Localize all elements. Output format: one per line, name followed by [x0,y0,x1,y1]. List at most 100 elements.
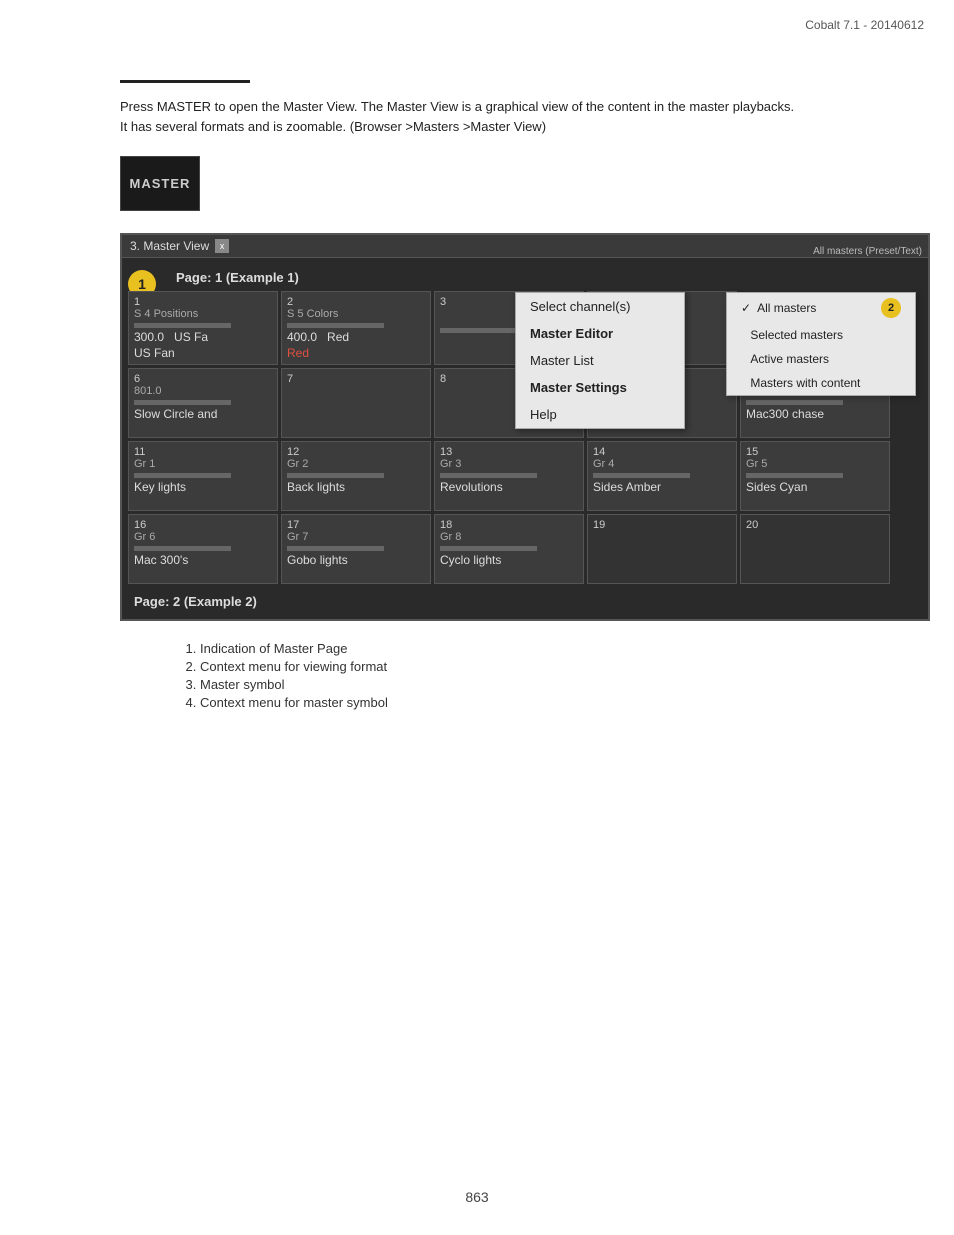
cell-preset-18: Gr 8 [440,531,578,543]
cell-bar-12 [287,473,384,478]
cell-name-16: Mac 300's [134,553,272,567]
cell-num-12: 12 [287,446,425,458]
cell-num-18: 18 [440,519,578,531]
dropdown-all-masters[interactable]: ✓ All masters 2 [727,293,915,323]
cell-name-17: Gobo lights [287,553,425,567]
cell-bar-2 [287,323,384,328]
cell-num-7: 7 [287,373,425,385]
context-master-editor[interactable]: Master Editor [516,320,684,347]
master-cell-7[interactable]: 7 [281,368,431,438]
cell-num-6: 6 [134,373,272,385]
cell-preset-17: Gr 7 [287,531,425,543]
footnote-3: Master symbol [200,677,914,692]
context-master-settings[interactable]: Master Settings [516,374,684,401]
window-title: 3. Master View [130,239,209,253]
master-cell-12[interactable]: 12 Gr 2 Back lights [281,441,431,511]
cell-preset-13: Gr 3 [440,458,578,470]
cell-name-12: Back lights [287,480,425,494]
cell-bar-3 [440,328,523,333]
master-context-menu[interactable]: Select channel(s) Master Editor Master L… [515,292,685,429]
cell-num-16: 16 [134,519,272,531]
footnote-2: Context menu for viewing format [200,659,914,674]
master-cell-2[interactable]: 2 S 5 Colors 400.0 Red Red [281,291,431,365]
cell-num-15: 15 [746,446,884,458]
cell-name-11: Key lights [134,480,272,494]
page2-title: Page: 2 (Example 2) [128,588,922,613]
cell-preset-11: Gr 1 [134,458,272,470]
cell-preset-16: Gr 6 [134,531,272,543]
footnote-1: Indication of Master Page [200,641,914,656]
dropdown-selected-masters[interactable]: Selected masters [727,323,915,347]
cell-bar-16 [134,546,231,551]
cell-name-13: Revolutions [440,480,578,494]
check-content [741,376,744,390]
master-view-window: 3. Master View x All masters (Preset/Tex… [120,233,930,621]
master-cell-15[interactable]: 15 Gr 5 Sides Cyan [740,441,890,511]
cell-value-1: 300.0 US Fa [134,330,272,344]
master-cell-17[interactable]: 17 Gr 7 Gobo lights [281,514,431,584]
master-row-3: 11 Gr 1 Key lights 12 Gr 2 Back lights 1… [128,441,922,511]
master-cell-3[interactable]: 3 4 Select channel(s) Master Editor Mast… [434,291,584,365]
check-selected [741,328,744,342]
page-number: 863 [465,1189,488,1205]
master-cell-20[interactable]: 20 [740,514,890,584]
version-label: Cobalt 7.1 - 20140612 [805,18,924,32]
context-help-1[interactable]: Help [516,401,684,428]
master-row-4: 16 Gr 6 Mac 300's 17 Gr 7 Gobo lights 18… [128,514,922,584]
cell-name-15: Sides Cyan [746,480,884,494]
right-dropdown-menu[interactable]: ✓ All masters 2 Selected masters Active … [726,292,916,396]
cell-bar-15 [746,473,843,478]
master-cell-6[interactable]: 6 801.0 Slow Circle and [128,368,278,438]
cell-bar-13 [440,473,537,478]
cell-num-1: 1 [134,296,272,308]
cell-name-14: Sides Amber [593,480,731,494]
cell-name-2: Red [287,346,425,360]
cell-bar-14 [593,473,690,478]
window-close-button[interactable]: x [215,239,229,253]
window-body: All masters (Preset/Text) ✓ All masters … [122,258,928,619]
cell-num-17: 17 [287,519,425,531]
cell-preset-15: Gr 5 [746,458,884,470]
cell-bar-6 [134,400,231,405]
cell-preset-14: Gr 4 [593,458,731,470]
cell-preset-1: S 4 Positions [134,308,272,320]
master-cell-1[interactable]: 1 S 4 Positions 300.0 US Fa US Fan [128,291,278,365]
dropdown-masters-with-content[interactable]: Masters with content [727,371,915,395]
master-cell-13[interactable]: 13 Gr 3 Revolutions [434,441,584,511]
cell-bar-18 [440,546,537,551]
cell-bar-11 [134,473,231,478]
cell-preset-2: S 5 Colors [287,308,425,320]
cell-value-2: 400.0 Red [287,330,425,344]
page1-title: Page: 1 (Example 1) [136,270,922,285]
master-cell-14[interactable]: 14 Gr 4 Sides Amber [587,441,737,511]
section-divider [120,80,250,83]
cell-name-6: Slow Circle and [134,407,272,421]
context-master-list[interactable]: Master List [516,347,684,374]
cell-name-1: US Fan [134,346,272,360]
intro-paragraph: Press MASTER to open the Master View. Th… [120,97,800,136]
cell-bar-1 [134,323,231,328]
cell-num-19: 19 [593,519,731,531]
check-active [741,352,744,366]
dropdown-num-badge: 2 [881,298,901,318]
master-cell-18[interactable]: 18 Gr 8 Cyclo lights [434,514,584,584]
master-cell-16[interactable]: 16 Gr 6 Mac 300's [128,514,278,584]
cell-bar-17 [287,546,384,551]
cell-num-13: 13 [440,446,578,458]
master-button[interactable]: MASTER [120,156,200,211]
cell-num-14: 14 [593,446,731,458]
cell-num-11: 11 [134,446,272,458]
context-select-channels[interactable]: Select channel(s) [516,293,684,320]
dropdown-active-masters[interactable]: Active masters [727,347,915,371]
master-cell-11[interactable]: 11 Gr 1 Key lights [128,441,278,511]
master-cell-19[interactable]: 19 [587,514,737,584]
check-all-masters: ✓ [741,301,751,315]
cell-bar-10 [746,400,843,405]
cell-num-20: 20 [746,519,884,531]
cell-name-18: Cyclo lights [440,553,578,567]
footnotes: Indication of Master Page Context menu f… [180,641,914,710]
footnote-4: Context menu for master symbol [200,695,914,710]
cell-preset-12: Gr 2 [287,458,425,470]
window-titlebar: 3. Master View x [122,235,928,258]
cell-preset-6: 801.0 [134,385,272,397]
